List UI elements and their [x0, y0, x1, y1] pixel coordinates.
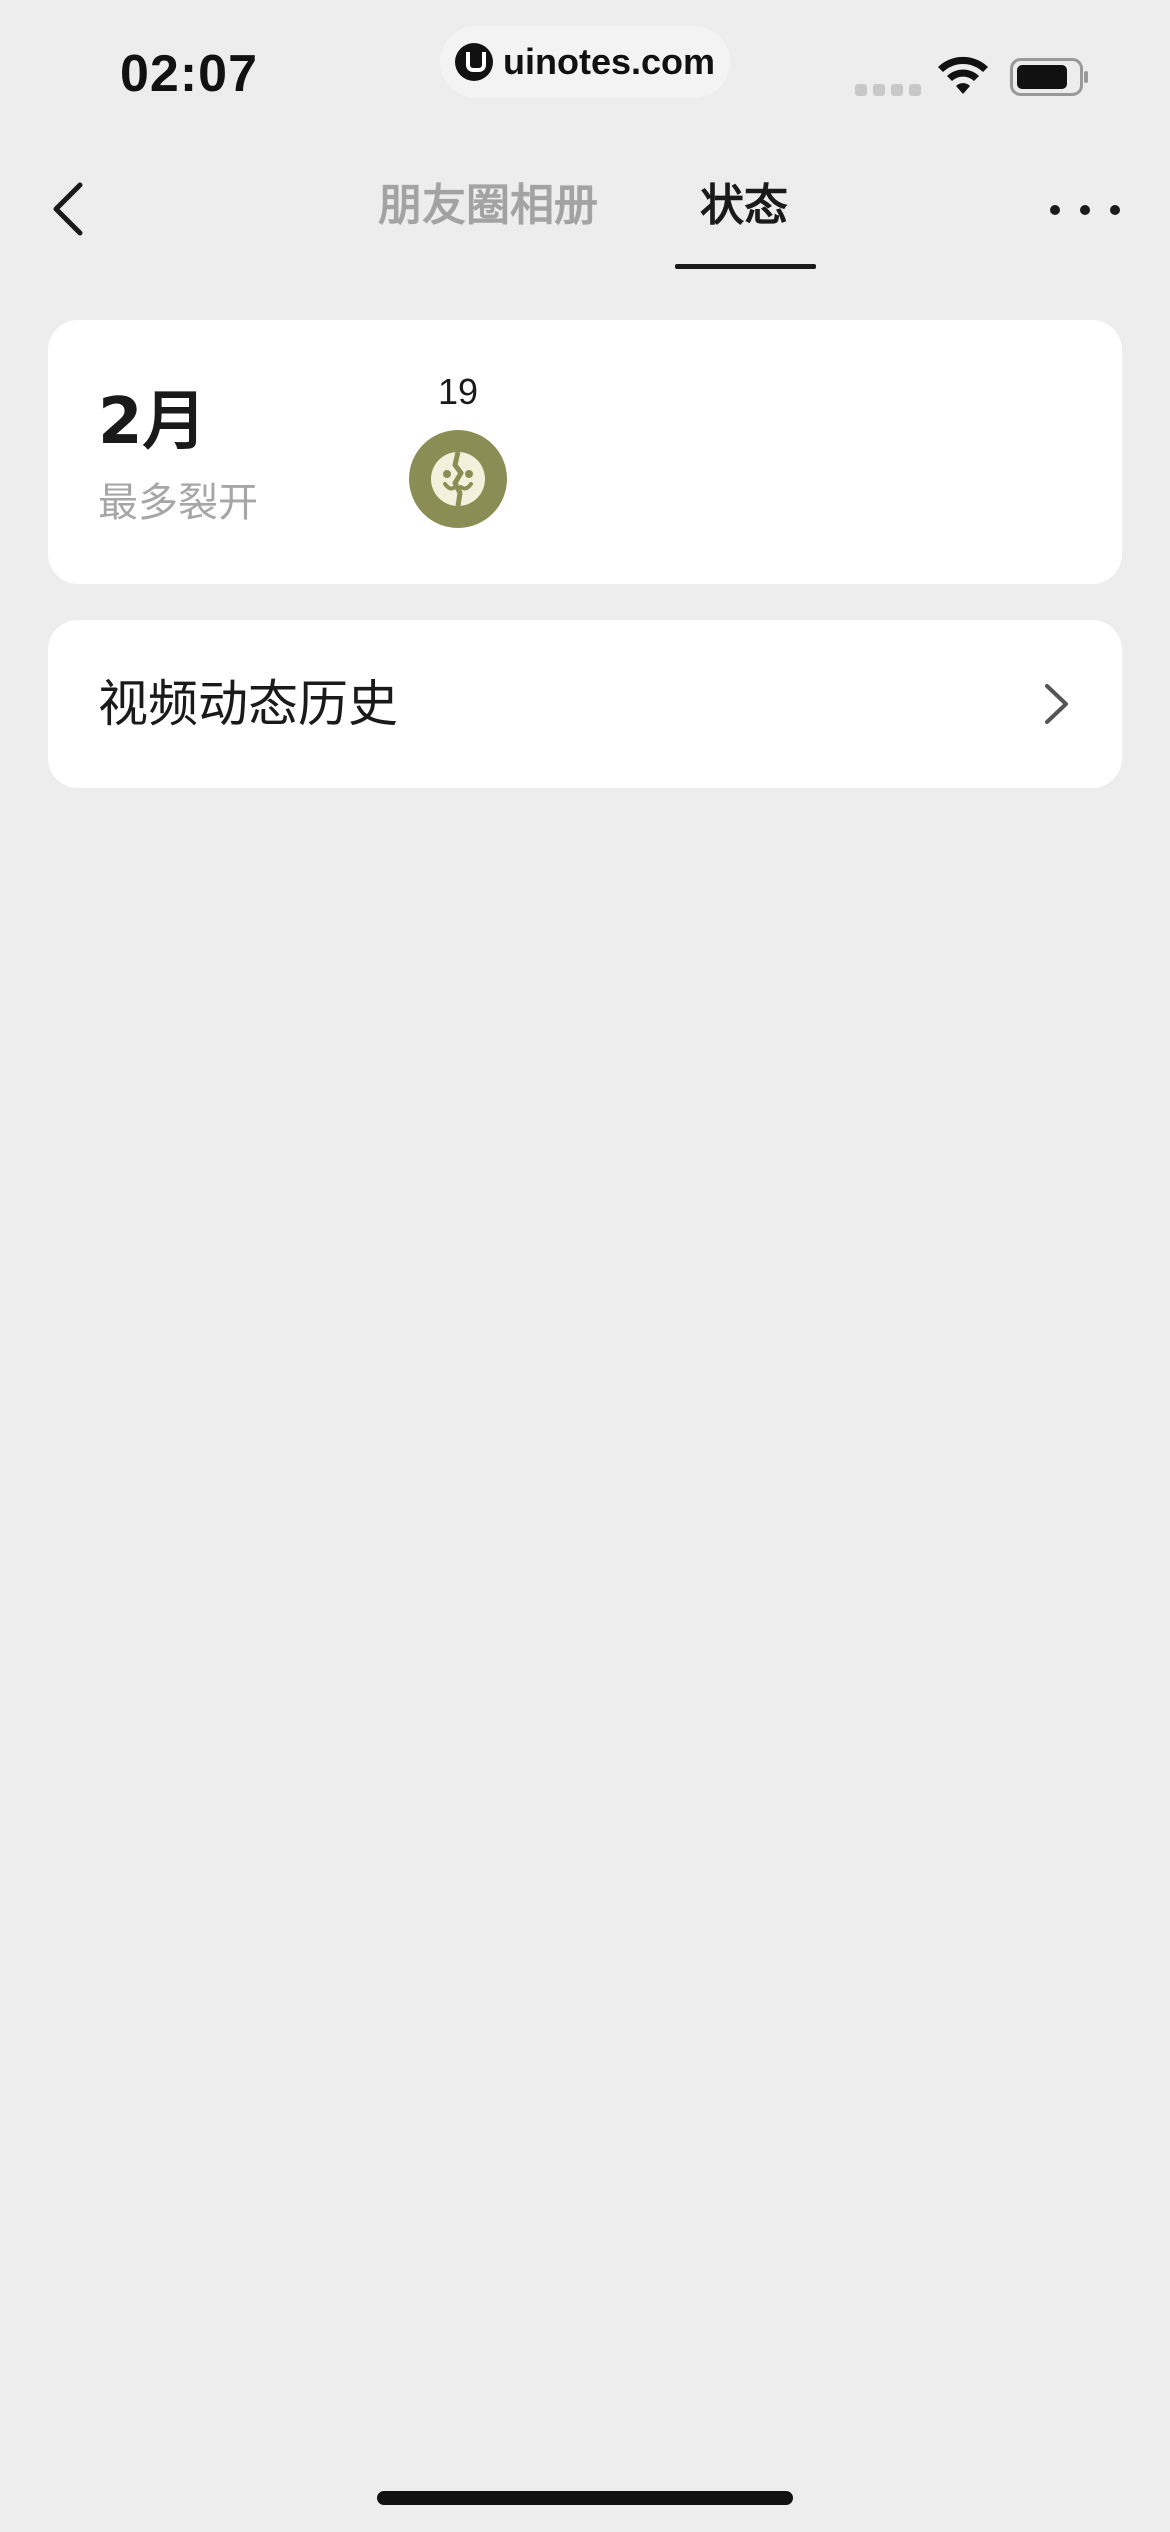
tab-moments-album[interactable]: 朋友圈相册	[378, 176, 598, 236]
site-logo-icon	[454, 43, 493, 81]
month-title: 2月	[98, 385, 207, 459]
chevron-left-icon	[53, 182, 83, 236]
video-status-history-label: 视频动态历史	[98, 675, 398, 733]
day-status-entry[interactable]: 19	[408, 372, 508, 528]
day-number: 19	[437, 371, 479, 412]
month-top-status: 最多裂开	[98, 480, 258, 526]
status-bar: 02:07 uinotes.com	[0, 0, 1170, 140]
tab-status[interactable]: 状态	[700, 176, 788, 236]
wifi-icon	[938, 56, 988, 94]
cellular-signal-icon	[855, 84, 921, 96]
home-indicator[interactable]	[377, 2491, 793, 2505]
battery-icon	[1010, 58, 1088, 96]
month-status-card: 2月 最多裂开 19	[48, 320, 1122, 584]
status-time: 02:07	[120, 45, 258, 103]
more-options-button[interactable]	[1050, 192, 1120, 228]
active-tab-indicator	[675, 264, 816, 269]
more-dots-icon	[1050, 205, 1060, 215]
url-text: uinotes.com	[502, 41, 716, 82]
video-status-history-row[interactable]: 视频动态历史	[48, 620, 1122, 788]
split-face-status-icon	[409, 430, 507, 528]
chevron-right-icon	[1045, 684, 1068, 724]
nav-bar: 朋友圈相册 状态	[0, 140, 1170, 280]
url-pill[interactable]: uinotes.com	[440, 26, 730, 98]
back-button[interactable]	[40, 176, 96, 242]
